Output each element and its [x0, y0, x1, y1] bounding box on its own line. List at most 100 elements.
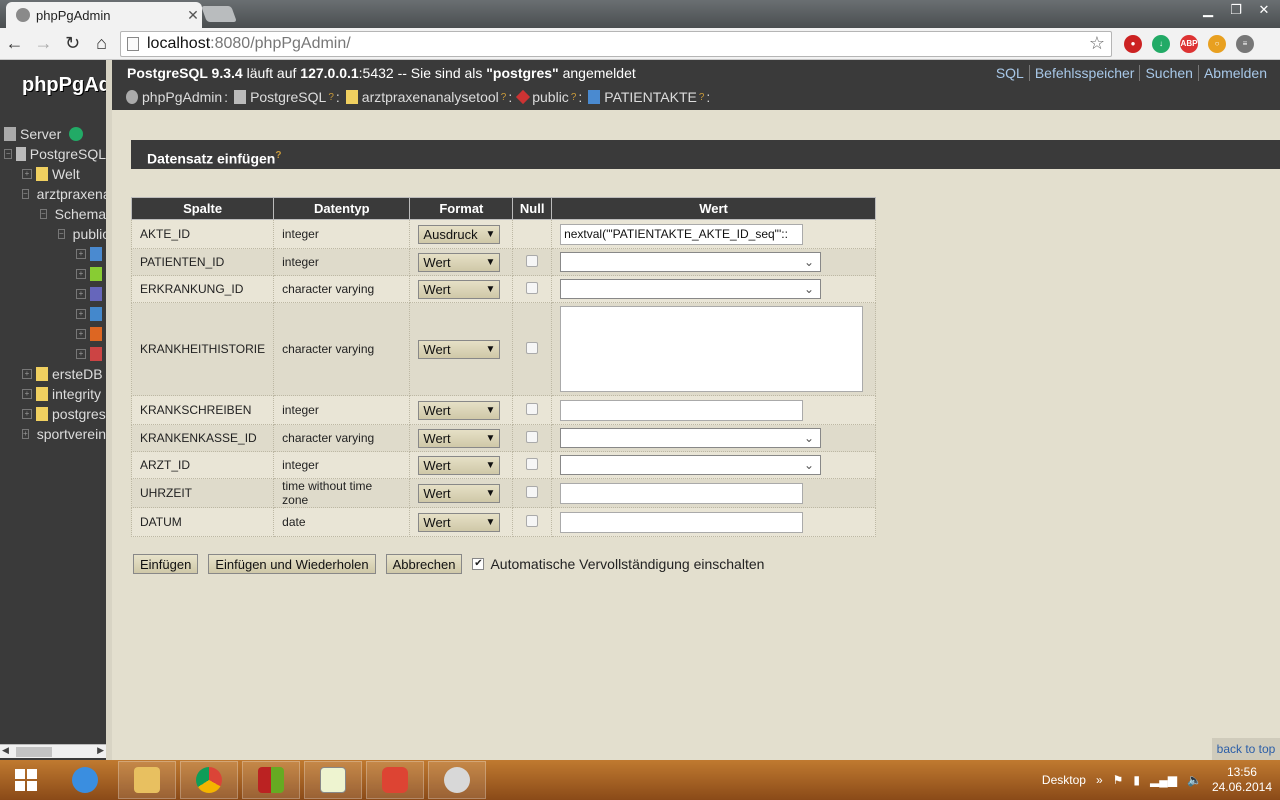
- expand-icon[interactable]: +: [76, 349, 86, 359]
- scroll-right-icon[interactable]: ▶: [97, 745, 104, 756]
- format-select[interactable]: Ausdruck ▼: [418, 224, 501, 244]
- expand-icon[interactable]: +: [76, 309, 86, 319]
- format-select[interactable]: Wert ▼: [418, 252, 501, 272]
- format-select[interactable]: Wert ▼: [418, 339, 501, 359]
- tree-item-fulltext[interactable]: +: [0, 324, 106, 344]
- volume-icon[interactable]: 🔈: [1187, 773, 1202, 787]
- minimize-icon[interactable]: ▁: [1198, 2, 1218, 18]
- cancel-button[interactable]: Abbrechen: [385, 554, 463, 574]
- null-checkbox[interactable]: [526, 254, 539, 267]
- collapse-icon[interactable]: −: [22, 189, 29, 199]
- taskbar-notepad[interactable]: [304, 761, 362, 799]
- expand-icon[interactable]: +: [22, 429, 29, 439]
- refresh-icon[interactable]: [69, 127, 84, 141]
- desktop-toolbar-label[interactable]: Desktop: [1042, 773, 1086, 787]
- stop-extension-icon[interactable]: ●: [1124, 34, 1142, 53]
- value-input[interactable]: [560, 511, 804, 533]
- help-icon[interactable]: ?: [699, 92, 705, 103]
- link-suchen[interactable]: Suchen: [1139, 65, 1197, 81]
- value-select[interactable]: ⌄: [560, 455, 822, 475]
- expand-icon[interactable]: +: [22, 389, 32, 399]
- help-icon[interactable]: ?: [328, 92, 334, 103]
- tree-item-server[interactable]: Server: [0, 124, 106, 144]
- scroll-left-icon[interactable]: ◀: [2, 745, 9, 756]
- flag-icon[interactable]: ⚑: [1113, 773, 1124, 787]
- clock[interactable]: 13:56 24.06.2014: [1212, 765, 1272, 795]
- help-icon[interactable]: ?: [275, 150, 281, 161]
- taskbar-chrome[interactable]: [180, 761, 238, 799]
- start-button[interactable]: [0, 760, 52, 800]
- battery-icon[interactable]: ▮: [1133, 773, 1140, 787]
- collapse-icon[interactable]: −: [4, 149, 13, 159]
- tree-horizontal-scrollbar[interactable]: ◀ ▶: [0, 744, 106, 758]
- tree-item-views[interactable]: +: [0, 264, 106, 284]
- crumb-schema[interactable]: public: [532, 89, 569, 105]
- tree-item-welt[interactable]: + Welt: [0, 164, 106, 184]
- null-checkbox[interactable]: [526, 514, 539, 527]
- format-select[interactable]: Wert ▼: [418, 279, 501, 299]
- null-checkbox[interactable]: [526, 402, 539, 415]
- tree-item-functions[interactable]: +: [0, 304, 106, 324]
- tree-item-postgresql[interactable]: − PostgreSQL: [0, 144, 106, 164]
- format-select[interactable]: Wert ▼: [418, 483, 501, 503]
- adblock-icon[interactable]: ABP: [1180, 34, 1198, 53]
- value-select[interactable]: ⌄: [560, 252, 822, 272]
- tree-item-postgres[interactable]: + postgres: [0, 404, 106, 424]
- restore-icon[interactable]: ❐: [1226, 2, 1246, 18]
- expand-icon[interactable]: +: [76, 249, 86, 259]
- home-icon[interactable]: ⌂: [87, 30, 116, 58]
- network-icon[interactable]: ▂▄▆: [1150, 773, 1177, 787]
- taskbar-paint[interactable]: [428, 761, 486, 799]
- value-select[interactable]: ⌄: [560, 279, 822, 299]
- expand-icon[interactable]: +: [76, 289, 86, 299]
- insert-repeat-button[interactable]: Einfügen und Wiederholen: [208, 554, 376, 574]
- back-to-top-link[interactable]: back to top: [1212, 738, 1280, 760]
- null-checkbox[interactable]: [526, 341, 539, 354]
- format-select[interactable]: Wert ▼: [418, 428, 501, 448]
- crumb-phppgadmin[interactable]: phpPgAdmin: [142, 89, 222, 105]
- new-tab-button[interactable]: [201, 6, 237, 22]
- null-checkbox[interactable]: [526, 485, 539, 498]
- null-checkbox[interactable]: [526, 281, 539, 294]
- null-checkbox[interactable]: [526, 457, 539, 470]
- help-icon[interactable]: ?: [501, 92, 507, 103]
- tree-item-tables[interactable]: +: [0, 244, 106, 264]
- format-select[interactable]: Wert ▼: [418, 455, 501, 475]
- back-icon[interactable]: ←: [0, 30, 29, 58]
- link-sql[interactable]: SQL: [991, 65, 1029, 81]
- value-input[interactable]: nextval('"PATIENTAKTE_AKTE_ID_seq"'::: [560, 223, 804, 245]
- reload-icon[interactable]: ↻: [58, 30, 87, 58]
- tree-item-domains[interactable]: +: [0, 344, 106, 364]
- chevron-icon[interactable]: »: [1096, 773, 1103, 787]
- tree-item-arztpraxenanalysetool[interactable]: − arztpraxenanalysetool: [0, 184, 106, 204]
- expand-icon[interactable]: +: [22, 409, 32, 419]
- tree-item-schemas[interactable]: − Schemas: [0, 204, 106, 224]
- collapse-icon[interactable]: −: [40, 209, 47, 219]
- download-extension-icon[interactable]: ↓: [1152, 34, 1170, 53]
- expand-icon[interactable]: +: [76, 329, 86, 339]
- expand-icon[interactable]: +: [22, 169, 32, 179]
- format-select[interactable]: Wert ▼: [418, 400, 501, 420]
- tree-item-public[interactable]: − public: [0, 224, 106, 244]
- scrollbar-thumb[interactable]: [16, 747, 52, 757]
- tab-phppgadmin[interactable]: phpPgAdmin ✕: [6, 2, 202, 28]
- collapse-icon[interactable]: −: [58, 229, 65, 239]
- close-tab-icon[interactable]: ✕: [184, 7, 202, 24]
- value-select[interactable]: ⌄: [560, 428, 822, 448]
- menu-icon[interactable]: ≡: [1236, 34, 1254, 53]
- format-select[interactable]: Wert ▼: [418, 512, 501, 532]
- autocomplete-checkbox[interactable]: ✔: [472, 558, 485, 570]
- taskbar-ie[interactable]: [56, 761, 114, 799]
- close-window-icon[interactable]: ✕: [1254, 2, 1274, 18]
- taskbar-winrar[interactable]: [242, 761, 300, 799]
- crumb-table[interactable]: PATIENTAKTE: [604, 89, 697, 105]
- tree-item-erstedb[interactable]: + ersteDB: [0, 364, 106, 384]
- value-textarea[interactable]: [560, 306, 864, 392]
- address-bar[interactable]: localhost:8080/phpPgAdmin/ ☆: [120, 30, 1112, 57]
- crumb-database[interactable]: arztpraxenanalysetool: [362, 89, 499, 105]
- taskbar-explorer[interactable]: [118, 761, 176, 799]
- help-icon[interactable]: ?: [571, 92, 577, 103]
- tree-item-integrity[interactable]: + integrity: [0, 384, 106, 404]
- link-abmelden[interactable]: Abmelden: [1197, 65, 1272, 81]
- value-input[interactable]: [560, 399, 804, 421]
